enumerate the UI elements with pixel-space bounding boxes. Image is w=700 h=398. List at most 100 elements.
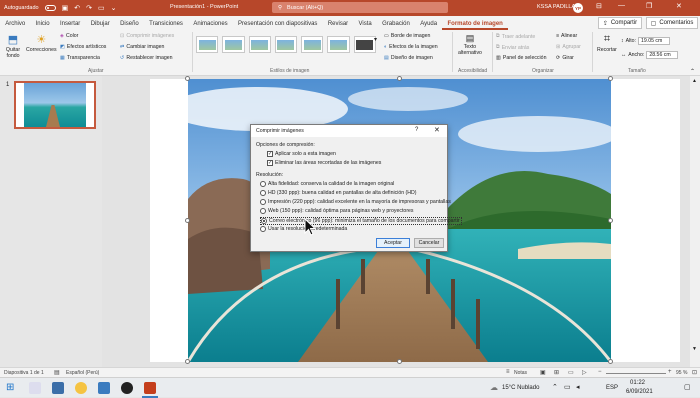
remove-background-button[interactable]: ⬒ Quitar fondo <box>4 33 22 59</box>
align-button[interactable]: ≡ Alinear <box>556 33 577 39</box>
present-icon[interactable]: ▭ <box>98 5 105 12</box>
group-button[interactable]: ⊞ Agrupar <box>556 44 581 50</box>
obs-icon[interactable] <box>121 382 133 394</box>
fit-slide-icon[interactable]: ⊡ <box>692 369 697 376</box>
zoom-in-icon[interactable]: + <box>668 369 672 375</box>
tab-revisar[interactable]: Revisar <box>323 21 354 30</box>
user-name[interactable]: KSSA PADILLA <box>537 4 575 10</box>
keyboard-language[interactable]: ESP <box>606 385 618 391</box>
normal-view-icon[interactable]: ▣ <box>540 369 546 376</box>
notification-icon[interactable]: ▢ <box>684 383 691 391</box>
tab-vista[interactable]: Vista <box>353 21 377 30</box>
apply-only-checkbox[interactable]: ✓ Aplicar solo a esta imagen <box>267 151 336 157</box>
autosave-toggle[interactable] <box>44 5 56 11</box>
send-backward-button[interactable]: ⧉ Enviar atrás <box>496 44 529 51</box>
customize-qat-icon[interactable]: ⌄ <box>111 5 117 12</box>
tab-diseno[interactable]: Diseño <box>115 21 144 30</box>
tab-insertar[interactable]: Insertar <box>55 21 86 30</box>
comments-button[interactable]: ▢ Comentarios <box>646 17 698 29</box>
minimize-button[interactable]: — <box>618 2 625 9</box>
compress-pictures-button[interactable]: ⊡ Comprimir imágenes <box>120 33 174 39</box>
resize-handle[interactable] <box>397 76 402 81</box>
selection-pane-button[interactable]: ▥ Panel de selección <box>496 55 546 61</box>
avatar[interactable]: YP <box>573 3 583 13</box>
dialog-help-button[interactable]: ? <box>415 127 418 133</box>
tab-dibujar[interactable]: Dibujar <box>86 21 115 30</box>
scroll-down-icon[interactable]: ▼ <box>692 346 697 352</box>
chrome-icon[interactable] <box>75 382 87 394</box>
resolution-option-selected[interactable]: Correo electrónico (96 ppp): minimiza el… <box>260 217 462 225</box>
scroll-up-icon[interactable]: ▲ <box>692 78 697 84</box>
close-button[interactable]: ✕ <box>676 2 682 10</box>
network-icon[interactable]: ▭ <box>564 383 571 391</box>
zoom-out-icon[interactable]: − <box>598 369 602 375</box>
restore-button[interactable]: ❐ <box>646 2 652 10</box>
picture-style[interactable] <box>196 36 219 53</box>
reset-picture-button[interactable]: ↺ Restablecer imagen <box>120 55 173 61</box>
resize-handle[interactable] <box>608 76 613 81</box>
spellcheck-icon[interactable]: ▤ <box>54 369 60 376</box>
language-status[interactable]: Español (Perú) <box>66 370 99 376</box>
redo-icon[interactable]: ↷ <box>86 5 92 12</box>
slide-thumbnail[interactable] <box>14 81 96 129</box>
search-taskbar-icon[interactable] <box>29 382 41 394</box>
resolution-option[interactable]: HD (330 ppp): buena calidad en pantallas… <box>260 190 417 196</box>
word-icon[interactable] <box>98 382 110 394</box>
ribbon-display-icon[interactable]: ⊟ <box>596 2 602 10</box>
picture-effects-button[interactable]: ◐ Efectos de la imagen <box>384 44 438 50</box>
alt-text-button[interactable]: ▤ Texto alternativo <box>458 33 482 56</box>
file-explorer-icon[interactable] <box>52 382 64 394</box>
weather-status[interactable]: 15°C Nublado <box>502 385 539 391</box>
change-picture-button[interactable]: ⇄ Cambiar imagen <box>120 44 164 50</box>
zoom-slider[interactable] <box>606 373 666 374</box>
height-input[interactable]: 19.05 cm <box>637 37 670 45</box>
clock-time[interactable]: 01:22 <box>630 380 645 386</box>
slide-sorter-icon[interactable]: ⊞ <box>554 369 559 376</box>
transparency-button[interactable]: ▦ Transparencia <box>60 55 100 61</box>
color-button[interactable]: ◈ Color <box>60 33 78 39</box>
slideshow-icon[interactable]: ▷ <box>582 369 587 376</box>
tab-inicio[interactable]: Inicio <box>30 21 54 30</box>
tab-grabacion[interactable]: Grabación <box>377 21 415 30</box>
delete-cropped-checkbox[interactable]: ✓ Eliminar las áreas recortadas de las i… <box>267 160 381 166</box>
crop-button[interactable]: ⌗ Recortar <box>597 33 617 53</box>
picture-style[interactable] <box>222 36 245 53</box>
volume-icon[interactable]: ◂ <box>576 383 580 391</box>
vertical-scrollbar[interactable]: ▲ ▼ <box>690 76 700 367</box>
accept-button[interactable]: Aceptar <box>376 238 410 248</box>
share-button[interactable]: ⇪ Compartir <box>598 17 642 29</box>
notes-button[interactable]: Notas <box>514 370 527 376</box>
resize-handle[interactable] <box>185 76 190 81</box>
resize-handle[interactable] <box>185 359 190 364</box>
resize-handle[interactable] <box>608 359 613 364</box>
resolution-option[interactable]: Impresión (220 ppp): calidad excelente e… <box>260 199 451 205</box>
save-icon[interactable]: ▣ <box>62 5 69 12</box>
picture-style[interactable] <box>327 36 350 53</box>
width-input[interactable]: 28.56 cm <box>646 51 679 59</box>
tab-presentacion[interactable]: Presentación con diapositivas <box>233 21 323 30</box>
gallery-more-icon[interactable]: ▾ <box>374 36 377 43</box>
powerpoint-icon[interactable] <box>144 382 156 394</box>
resize-handle[interactable] <box>185 218 190 223</box>
picture-style[interactable] <box>353 36 376 53</box>
picture-style[interactable] <box>301 36 324 53</box>
picture-style[interactable] <box>274 36 298 53</box>
tray-chevron-icon[interactable]: ⌃ <box>552 383 558 391</box>
tab-animaciones[interactable]: Animaciones <box>188 21 233 30</box>
resolution-option[interactable]: Web (150 ppp): calidad óptima para págin… <box>260 208 414 214</box>
dialog-close-button[interactable]: ✕ <box>434 126 440 134</box>
tab-formato-imagen[interactable]: Formato de imagen <box>442 21 509 30</box>
resize-handle[interactable] <box>608 218 613 223</box>
tab-transiciones[interactable]: Transiciones <box>144 21 188 30</box>
picture-layout-button[interactable]: ▤ Diseño de imagen <box>384 55 433 61</box>
tab-ayuda[interactable]: Ayuda <box>415 21 442 30</box>
resize-handle[interactable] <box>397 359 402 364</box>
picture-border-button[interactable]: ▭ Borde de imagen <box>384 33 430 39</box>
reading-view-icon[interactable]: ▭ <box>568 369 574 376</box>
zoom-level[interactable]: 95 % <box>676 370 687 376</box>
windows-start-icon[interactable]: ⊞ <box>6 382 14 393</box>
bring-forward-button[interactable]: ⧉ Traer adelante <box>496 33 535 40</box>
picture-style[interactable] <box>248 36 271 53</box>
notes-icon[interactable]: ≡ <box>506 369 510 375</box>
tab-archivo[interactable]: Archivo <box>0 21 30 30</box>
